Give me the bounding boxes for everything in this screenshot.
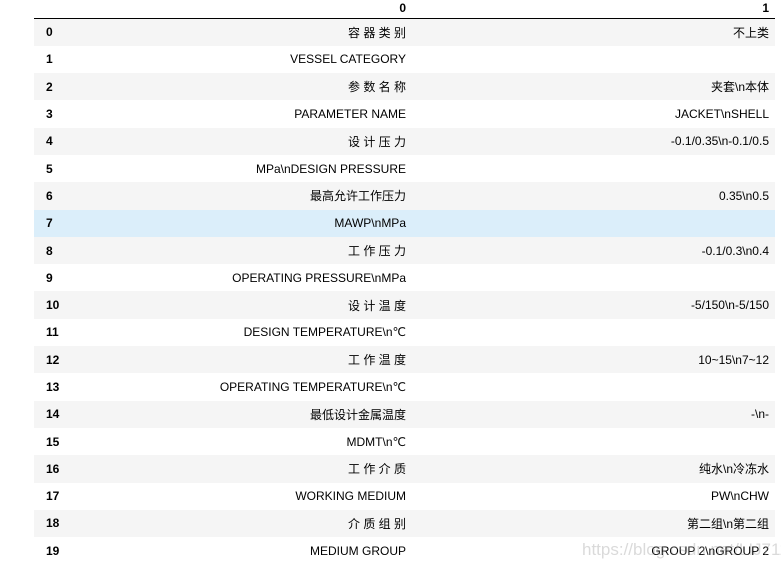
table-row: 9 OPERATING PRESSURE\nMPa	[34, 264, 775, 291]
row-index: 3	[46, 107, 53, 122]
cell-col-1	[412, 46, 775, 73]
row-index: 4	[46, 134, 53, 149]
table-row: 6 最高允许工作压力 0.35\n0.5	[34, 182, 775, 210]
table-row: 3 PARAMETER NAME JACKET\nSHELL	[34, 100, 775, 127]
table-row: 4 设 计 压 力 -0.1/0.35\n-0.1/0.5	[34, 127, 775, 155]
cell-col-0: 最低设计金属温度	[309, 407, 406, 422]
row-index: 19	[46, 543, 60, 558]
row-index: 17	[46, 489, 60, 504]
row-index: 11	[46, 325, 59, 340]
table-row: 19 MEDIUM GROUP GROUP 2\nGROUP 2	[34, 537, 775, 564]
header-row: 0 1	[34, 0, 775, 19]
cell-col-1: PW\nCHW	[711, 489, 769, 504]
cell-col-1	[412, 210, 775, 237]
row-index: 13	[46, 380, 60, 394]
cell-col-1	[412, 155, 775, 182]
dataframe-table: 0 1 0 容 器 类 别 不上类 1 VESSEL CATEGORY 2 参 数 名 称 夹…	[34, 0, 775, 564]
cell-col-1: 不上类	[732, 25, 769, 40]
row-index: 6	[46, 188, 53, 203]
table-row: 1 VESSEL CATEGORY	[34, 46, 775, 73]
cell-col-0: 容 器 类 别	[347, 25, 406, 40]
table-row: 8 工 作 压 力 -0.1/0.3\n0.4	[34, 236, 775, 265]
row-index: 10	[46, 298, 60, 313]
row-index: 14	[46, 407, 60, 422]
table-row: 17 WORKING MEDIUM PW\nCHW	[34, 483, 775, 510]
cell-col-0: MPa\nDESIGN PRESSURE	[255, 161, 406, 176]
cell-col-0: MDMT\n℃	[346, 434, 406, 449]
cell-col-0: MEDIUM GROUP	[310, 543, 406, 558]
cell-col-1: JACKET\nSHELL	[674, 107, 769, 122]
table-row: 13 OPERATING TEMPERATURE\n℃	[34, 373, 775, 400]
row-index: 12	[46, 352, 60, 367]
row-index: 16	[46, 461, 60, 476]
cell-col-1: 纯水\n冷冻水	[698, 462, 769, 477]
column-header: 1	[412, 0, 775, 19]
cell-col-1	[412, 373, 775, 400]
cell-col-0: 最高允许工作压力	[309, 189, 406, 204]
cell-col-0: VESSEL CATEGORY	[290, 52, 406, 67]
cell-col-0: OPERATING PRESSURE\nMPa	[232, 270, 406, 285]
table-row: 11 DESIGN TEMPERATURE\n℃	[34, 319, 775, 346]
cell-col-1	[412, 319, 775, 346]
column-header: 0	[72, 0, 412, 19]
cell-col-0: PARAMETER NAME	[294, 107, 406, 122]
table-row: 0 容 器 类 别 不上类	[34, 18, 775, 46]
cell-col-1: GROUP 2\nGROUP 2	[651, 543, 769, 558]
cell-col-1: 0.35\n0.5	[718, 188, 769, 203]
cell-col-0: 工 作 温 度	[347, 353, 406, 368]
table-row: 16 工 作 介 质 纯水\n冷冻水	[34, 455, 775, 483]
cell-col-0: 参 数 名 称	[347, 80, 406, 95]
cell-col-0: MAWP\nMPa	[334, 216, 406, 231]
table-row: 12 工 作 温 度 10~15\n7~12	[34, 346, 775, 374]
table-row: 7 MAWP\nMPa	[34, 209, 775, 237]
cell-col-1: -\n-	[751, 407, 769, 422]
table-row: 14 最低设计金属温度 -\n-	[34, 400, 775, 428]
cell-col-1	[412, 428, 775, 455]
cell-col-0: 工 作 介 质	[347, 462, 406, 477]
table-row: 15 MDMT\n℃	[34, 428, 775, 455]
row-index: 2	[46, 79, 53, 94]
row-index: 7	[46, 216, 53, 231]
table-row: 2 参 数 名 称 夹套\n本体	[34, 73, 775, 101]
cell-col-0: 工 作 压 力	[347, 244, 406, 259]
cell-col-0: 介 质 组 别	[347, 516, 406, 531]
cell-col-1: 夹套\n本体	[710, 80, 769, 95]
cell-col-0: OPERATING TEMPERATURE\n℃	[219, 380, 406, 394]
table-row: 18 介 质 组 别 第二组\n第二组	[34, 509, 775, 538]
row-index: 1	[46, 52, 53, 67]
row-index: 5	[46, 161, 53, 176]
cell-col-1: -0.1/0.3\n0.4	[701, 243, 769, 258]
row-index: 9	[46, 270, 53, 285]
cell-col-1	[412, 264, 775, 291]
row-index: 18	[46, 516, 60, 531]
table-row: 5 MPa\nDESIGN PRESSURE	[34, 155, 775, 182]
cell-col-0: DESIGN TEMPERATURE\n℃	[243, 325, 406, 340]
cell-col-0: 设 计 压 力	[347, 134, 406, 149]
table-row: 10 设 计 温 度 -5/150\n-5/150	[34, 291, 775, 319]
cell-col-0: WORKING MEDIUM	[295, 489, 406, 504]
cell-col-1: -0.1/0.35\n-0.1/0.5	[670, 134, 769, 149]
row-index: 8	[46, 243, 53, 258]
index-header	[34, 0, 72, 19]
cell-col-1: -5/150\n-5/150	[690, 298, 769, 313]
row-index: 0	[46, 25, 53, 40]
cell-col-1: 第二组\n第二组	[686, 516, 769, 531]
cell-col-1: 10~15\n7~12	[698, 352, 769, 367]
row-index: 15	[46, 434, 60, 449]
cell-col-0: 设 计 温 度	[347, 298, 406, 313]
